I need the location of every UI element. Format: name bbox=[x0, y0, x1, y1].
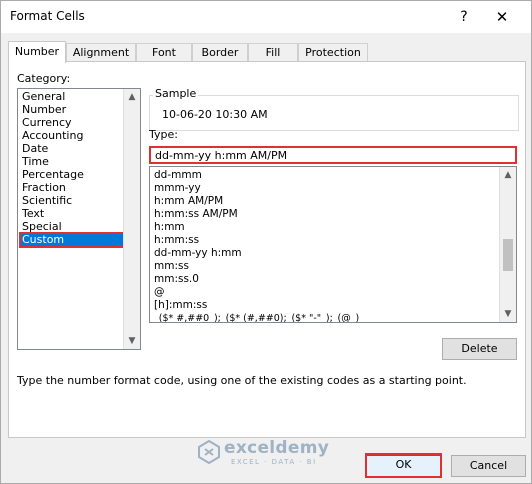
type-label: Type: bbox=[149, 128, 178, 141]
category-item-fraction[interactable]: Fraction bbox=[20, 181, 123, 194]
category-item-date[interactable]: Date bbox=[20, 142, 123, 155]
category-listbox[interactable]: General Number Currency Accounting Date … bbox=[17, 88, 141, 350]
chevron-up-icon[interactable]: ▲ bbox=[124, 89, 140, 105]
format-code-listbox[interactable]: dd-mmm mmm-yy h:mm AM/PM h:mm:ss AM/PM h… bbox=[149, 166, 517, 323]
chevron-down-icon[interactable]: ▼ bbox=[500, 306, 516, 322]
format-list-scrollbar[interactable]: ▲ ▼ bbox=[499, 167, 516, 322]
category-item-accounting[interactable]: Accounting bbox=[20, 129, 123, 142]
category-item-percentage[interactable]: Percentage bbox=[20, 168, 123, 181]
format-code-item[interactable]: dd-mmm bbox=[154, 169, 202, 182]
format-cells-dialog: Format Cells ? ✕ Number Alignment Font B… bbox=[0, 0, 532, 484]
tab-font[interactable]: Font bbox=[136, 43, 192, 62]
title-bar: Format Cells ? ✕ bbox=[1, 1, 531, 33]
dialog-title: Format Cells bbox=[10, 9, 85, 23]
format-code-item[interactable]: h:mm:ss AM/PM bbox=[154, 208, 238, 221]
hint-text: Type the number format code, using one o… bbox=[17, 374, 467, 387]
tab-fill[interactable]: Fill bbox=[248, 43, 298, 62]
ok-highlight-box bbox=[365, 453, 442, 478]
format-code-item[interactable]: mm:ss bbox=[154, 260, 189, 273]
number-tab-panel: Category: General Number Currency Accoun… bbox=[8, 61, 526, 438]
category-item-scientific[interactable]: Scientific bbox=[20, 194, 123, 207]
cancel-button[interactable]: Cancel bbox=[451, 455, 526, 477]
help-icon[interactable]: ? bbox=[453, 5, 475, 29]
chevron-down-icon[interactable]: ▼ bbox=[124, 333, 140, 349]
tab-alignment[interactable]: Alignment bbox=[66, 43, 136, 62]
format-code-item[interactable]: @ bbox=[154, 286, 165, 299]
tab-strip: Number Alignment Font Border Fill Protec… bbox=[8, 41, 528, 63]
category-label: Category: bbox=[17, 72, 71, 85]
category-scrollbar[interactable]: ▲ ▼ bbox=[123, 89, 140, 349]
watermark-name: exceldemy bbox=[224, 438, 330, 458]
scrollbar-thumb[interactable] bbox=[503, 239, 513, 271]
format-code-item[interactable]: h:mm:ss bbox=[154, 234, 199, 247]
tab-protection[interactable]: Protection bbox=[298, 43, 368, 62]
format-code-item[interactable]: [h]:mm:ss bbox=[154, 299, 207, 312]
format-code-item[interactable]: mm:ss.0 bbox=[154, 273, 199, 286]
format-code-item[interactable]: h:mm AM/PM bbox=[154, 195, 223, 208]
exceldemy-logo-icon bbox=[198, 440, 220, 464]
type-input[interactable] bbox=[149, 146, 517, 164]
category-item-number[interactable]: Number bbox=[20, 103, 123, 116]
sample-value: 10-06-20 10:30 AM bbox=[162, 108, 268, 121]
format-code-item[interactable]: _($* #,##0_);_($* (#,##0);_($* "-"_);_(@… bbox=[154, 312, 359, 322]
close-icon[interactable]: ✕ bbox=[491, 5, 513, 29]
category-item-time[interactable]: Time bbox=[20, 155, 123, 168]
chevron-up-icon[interactable]: ▲ bbox=[500, 167, 516, 183]
category-item-currency[interactable]: Currency bbox=[20, 116, 123, 129]
selection-highlight-box bbox=[19, 232, 128, 248]
format-code-item[interactable]: dd-mm-yy h:mm bbox=[154, 247, 242, 260]
category-item-text[interactable]: Text bbox=[20, 207, 123, 220]
format-code-item[interactable]: h:mm bbox=[154, 221, 185, 234]
watermark-tagline: EXCEL · DATA · BI bbox=[231, 458, 317, 466]
tab-number[interactable]: Number bbox=[8, 41, 66, 63]
tab-border[interactable]: Border bbox=[192, 43, 248, 62]
delete-button[interactable]: Delete bbox=[442, 338, 517, 360]
sample-group: 10-06-20 10:30 AM bbox=[149, 95, 519, 131]
format-code-item[interactable]: mmm-yy bbox=[154, 182, 201, 195]
sample-label: Sample bbox=[153, 87, 199, 100]
category-item-general[interactable]: General bbox=[20, 90, 123, 103]
